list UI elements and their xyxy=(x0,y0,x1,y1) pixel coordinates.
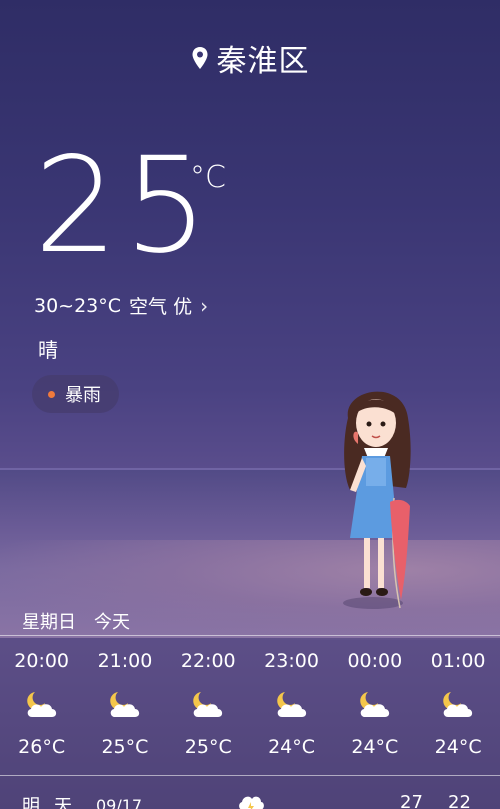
chevron-right-icon: › xyxy=(200,293,209,318)
weather-condition: 晴 xyxy=(38,338,58,362)
temperature-unit: °C xyxy=(190,160,226,195)
tomorrow-high: 27 xyxy=(400,792,423,809)
hourly-item: 22:00 25°C xyxy=(167,650,250,758)
hour-time: 22:00 xyxy=(180,650,236,672)
alert-text: 暴雨 xyxy=(65,385,101,406)
tomorrow-date: 09/17 xyxy=(96,795,143,809)
hour-time: 23:00 xyxy=(264,650,319,672)
hourly-item: 21:00 25°C xyxy=(83,650,166,758)
moon-cloud-icon xyxy=(110,692,140,717)
moon-cloud-icon xyxy=(276,692,306,717)
tomorrow-label: 明天 xyxy=(22,796,86,809)
hour-temp: 24°C xyxy=(434,736,482,758)
alert-dot-icon xyxy=(48,390,55,398)
today-label-row: 星期日 今天 xyxy=(22,608,130,634)
hour-temp: 25°C xyxy=(101,736,149,758)
tomorrow-forecast-row[interactable]: 明天 09/17 27 22 xyxy=(22,790,482,809)
hour-temp: 25°C xyxy=(184,736,232,758)
tomorrow-low: 22 xyxy=(448,792,471,809)
divider-bottom xyxy=(0,775,500,776)
moon-cloud-icon xyxy=(360,692,389,717)
current-temperature: 25 xyxy=(34,129,214,283)
hour-temp: 26°C xyxy=(18,736,66,758)
hourly-item: 00:00 24°C xyxy=(333,650,416,758)
moon-cloud-icon xyxy=(443,692,473,717)
hourly-item: 23:00 24°C xyxy=(250,650,333,758)
temperature-range: 30~23°C xyxy=(34,294,122,317)
location-header[interactable]: 秦淮区 xyxy=(0,36,500,80)
today-label: 今天 xyxy=(94,612,130,633)
hour-time: 21:00 xyxy=(97,650,153,672)
moon-cloud-icon xyxy=(193,692,223,717)
hour-time: 20:00 xyxy=(14,650,70,672)
hourly-forecast[interactable]: 20:00 26°C 21:00 25°C 22:00 25°C 23:00 2… xyxy=(0,650,500,758)
hour-time: 01:00 xyxy=(430,650,486,672)
cartoon-girl-illustration xyxy=(343,391,411,609)
moon-cloud-icon xyxy=(26,692,56,717)
location-pin-icon xyxy=(192,47,207,69)
weather-alert-badge[interactable]: 暴雨 xyxy=(32,375,119,413)
air-quality: 空气 优 xyxy=(129,296,193,318)
hour-time: 00:00 xyxy=(347,650,403,672)
weekday-label: 星期日 xyxy=(22,612,76,633)
temp-range-air-quality[interactable]: 30~23°C 空气 优 › xyxy=(34,292,208,319)
hourly-item: 01:00 24°C xyxy=(416,650,499,758)
divider-top xyxy=(0,635,500,636)
hour-temp: 24°C xyxy=(351,736,399,758)
thunder-cloud-icon xyxy=(239,796,264,809)
hourly-item: 20:00 26°C xyxy=(0,650,83,758)
hour-temp: 24°C xyxy=(268,736,316,758)
location-name: 秦淮区 xyxy=(216,44,310,79)
